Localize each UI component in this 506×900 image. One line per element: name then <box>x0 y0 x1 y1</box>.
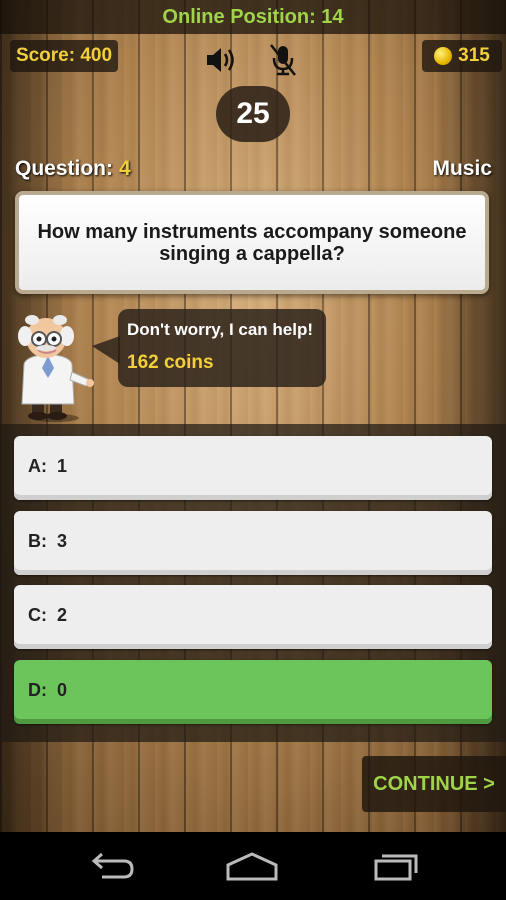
coins-display: 315 <box>422 40 502 72</box>
answer-option-a[interactable]: A: 1 <box>14 436 492 500</box>
answer-option-b[interactable]: B: 3 <box>14 511 492 575</box>
question-label: Question: <box>15 157 113 180</box>
back-button[interactable] <box>82 848 142 884</box>
back-icon <box>91 852 134 879</box>
question-text: How many instruments accompany someone s… <box>37 220 467 265</box>
question-number-value: 4 <box>119 157 131 180</box>
question-box: How many instruments accompany someone s… <box>15 191 489 294</box>
online-position-text: Online Position: 14 <box>162 5 344 28</box>
online-position-bar: Online Position: 14 <box>0 0 506 34</box>
countdown-timer: 25 <box>216 86 290 142</box>
answer-letter: C: <box>28 604 47 625</box>
sound-toggle-button[interactable] <box>203 42 239 78</box>
helper-cost: 162 coins <box>127 352 214 373</box>
answer-text: 0 <box>57 679 68 700</box>
mic-toggle-button[interactable] <box>265 42 301 78</box>
home-button[interactable] <box>222 848 282 884</box>
question-category: Music <box>432 157 492 180</box>
system-nav-bar <box>0 832 506 900</box>
answer-option-d[interactable]: D: 0 <box>14 660 492 724</box>
recent-apps-button[interactable] <box>364 848 424 884</box>
helper-message: Don't worry, I can help! <box>127 320 314 339</box>
timer-value: 25 <box>236 97 270 130</box>
answer-letter: B: <box>28 530 47 551</box>
recent-apps-icon <box>374 854 418 881</box>
speech-bubble-tail <box>92 336 120 364</box>
helper-speech-bubble[interactable]: Don't worry, I can help! 162 coins <box>118 309 326 387</box>
mic-muted-icon <box>270 44 296 76</box>
game-screen: Online Position: 14 Score: 400 315 25 Qu… <box>0 0 506 832</box>
professor-helper-avatar[interactable] <box>12 306 98 424</box>
score-display: Score: 400 <box>10 40 118 72</box>
question-number: Question: 4 <box>15 157 131 181</box>
answer-letter: D: <box>28 679 47 700</box>
continue-label: CONTINUE > <box>373 772 495 795</box>
answer-text: 3 <box>57 530 68 551</box>
answer-letter: A: <box>28 455 47 476</box>
coin-icon <box>434 47 453 65</box>
answer-option-c[interactable]: C: 2 <box>14 585 492 649</box>
answer-text: 2 <box>57 604 68 625</box>
score-text: Score: 400 <box>15 45 113 66</box>
coins-text: 315 <box>458 45 490 66</box>
answer-text: 1 <box>57 455 68 476</box>
home-icon <box>226 852 278 881</box>
continue-button[interactable]: CONTINUE > <box>362 756 506 812</box>
sound-on-icon <box>207 48 234 72</box>
